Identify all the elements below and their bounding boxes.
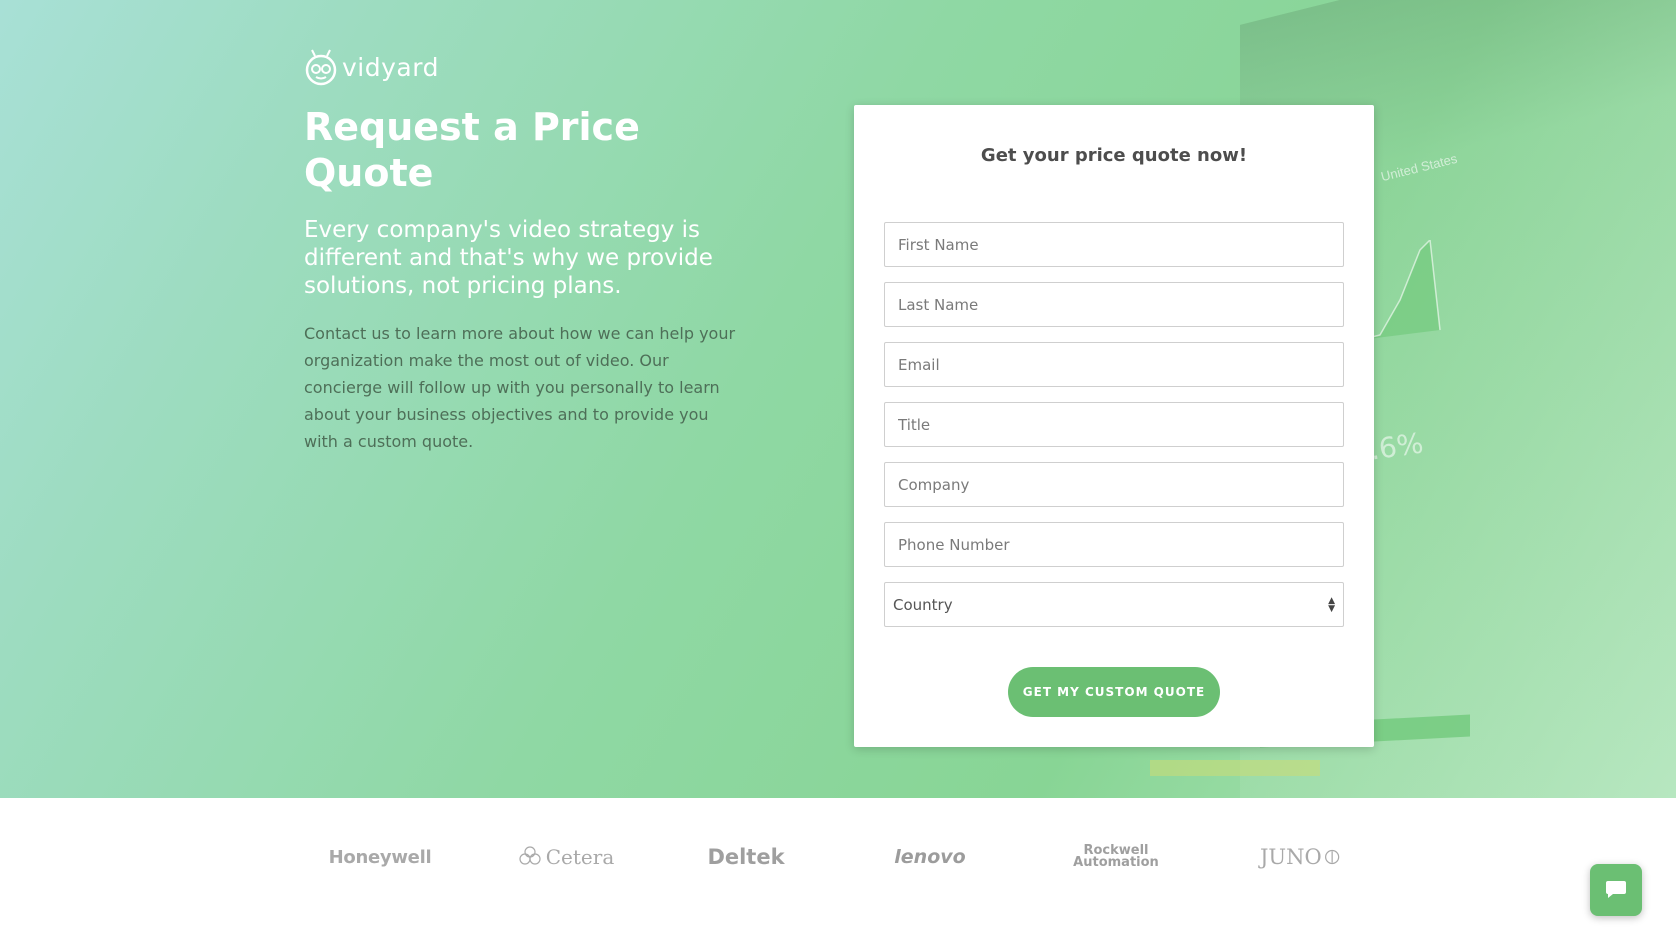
company-field[interactable] [884, 462, 1344, 507]
deltek-logo: Deltek [707, 845, 785, 869]
country-select[interactable]: Country ▲ ▼ [884, 582, 1344, 627]
chat-bubble-icon [1606, 881, 1626, 898]
juno-mark-icon [1324, 849, 1339, 865]
first-name-field[interactable] [884, 222, 1344, 267]
dashboard-area-chart [1360, 240, 1441, 341]
email-field[interactable] [884, 342, 1344, 387]
client-logos-bar [0, 798, 1676, 950]
rockwell-logo-line2: Automation [1073, 855, 1159, 870]
description: Contact us to learn more about how we ca… [304, 324, 736, 451]
cetera-logo: Cetera [516, 842, 616, 872]
lenovo-logo: lenovo [894, 846, 966, 868]
cetera-logo-text: Cetera [545, 845, 615, 869]
cetera-flower-icon [519, 846, 541, 865]
subheadline: Every company's video strategy is differ… [304, 217, 713, 299]
hero-section: United States .6% vidyard Request a Pric… [0, 0, 1676, 798]
page-title: Request a Price Quote [304, 105, 640, 195]
juno-logo-text: JUNO [1260, 845, 1322, 869]
last-name-field[interactable] [884, 282, 1344, 327]
phone-field[interactable] [884, 522, 1344, 567]
get-quote-button[interactable]: GET MY CUSTOM QUOTE [1008, 667, 1220, 717]
form-title: Get your price quote now! [980, 145, 1248, 166]
honeywell-logo: Honeywell [328, 846, 432, 868]
title-field[interactable] [884, 402, 1344, 447]
vidyard-logo[interactable]: vidyard [304, 48, 439, 86]
quote-form: Get your price quote now! Country ▲▼ GET… [854, 105, 1374, 747]
juno-logo: JUNO [1260, 842, 1340, 872]
select-arrows-icon: ▲ ▼ [1328, 595, 1335, 614]
chat-button[interactable] [1590, 864, 1642, 916]
rockwell-automation-logo: Rockwell Automation [1062, 842, 1170, 872]
dashboard-bar-secondary [1150, 760, 1320, 776]
country-select-value: Country [893, 595, 953, 614]
vidyard-robot-icon [305, 49, 337, 86]
logo-text: vidyard [342, 52, 439, 82]
